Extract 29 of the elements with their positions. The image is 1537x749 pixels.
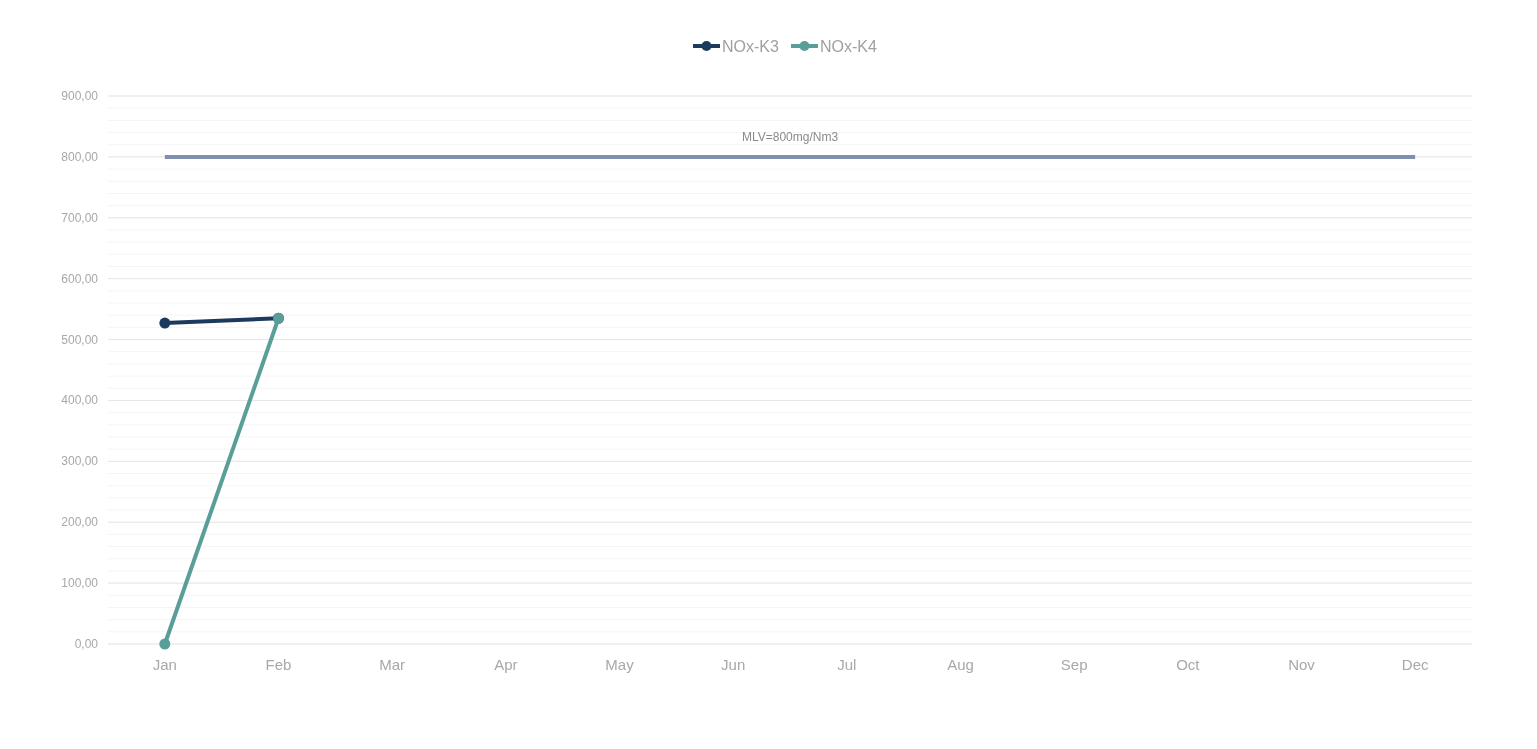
- data-point: [159, 638, 171, 650]
- x-tick-label: Apr: [494, 656, 518, 673]
- legend-label[interactable]: NOx-K3: [722, 38, 779, 55]
- y-tick-label: 300,00: [61, 454, 98, 469]
- x-tick-label: Jul: [837, 656, 857, 673]
- x-tick-label: Mar: [379, 656, 406, 673]
- legend-icon: [693, 41, 720, 51]
- y-tick-label: 600,00: [61, 271, 98, 286]
- x-tick-label: Sep: [1060, 656, 1088, 673]
- x-tick-label: Jan: [152, 656, 177, 673]
- y-tick-label: 900,00: [61, 89, 98, 103]
- x-tick-label: Nov: [1288, 656, 1315, 673]
- x-tick-label: Aug: [947, 656, 974, 673]
- x-tick-label: Feb: [265, 656, 292, 673]
- x-tick-label: May: [605, 656, 634, 673]
- legend-label[interactable]: NOx-K4: [820, 38, 877, 55]
- y-tick-label: 500,00: [61, 332, 98, 347]
- y-tick-label: 700,00: [61, 210, 98, 225]
- y-tick-label: 0,00: [74, 637, 98, 651]
- y-tick-label: 400,00: [61, 393, 98, 408]
- x-tick-label: Oct: [1176, 656, 1200, 673]
- y-tick-label: 100,00: [61, 576, 98, 591]
- x-tick-label: Dec: [1401, 656, 1429, 673]
- legend-icon: [791, 41, 818, 51]
- data-point: [159, 317, 171, 329]
- y-tick-label: 200,00: [61, 515, 98, 530]
- limit-label: MLV=800mg/Nm3: [741, 129, 839, 144]
- x-tick-label: Jun: [721, 656, 746, 673]
- y-tick-label: 800,00: [61, 149, 98, 164]
